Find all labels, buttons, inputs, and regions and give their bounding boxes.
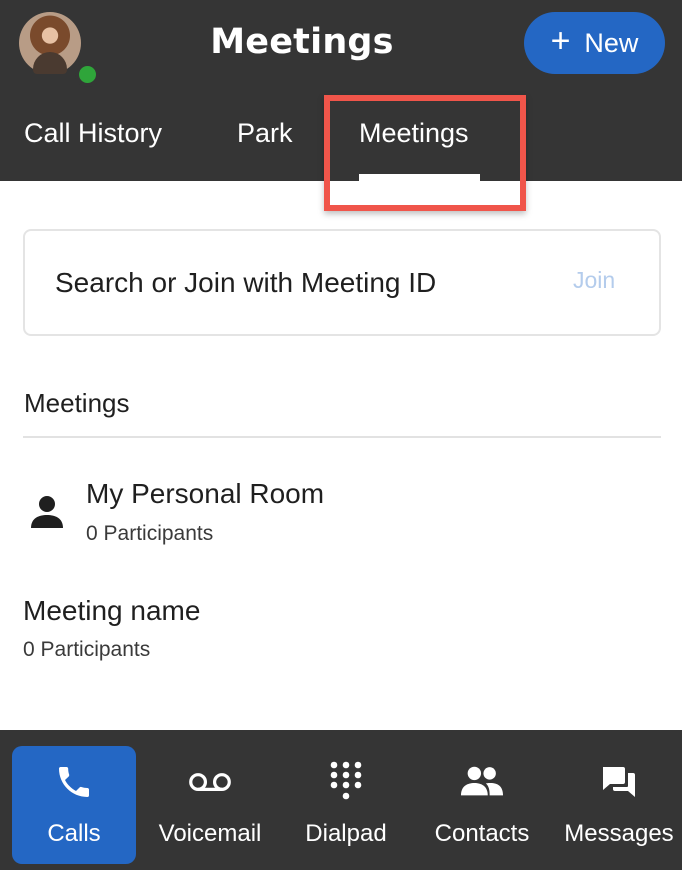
nav-label: Calls — [47, 820, 101, 847]
nav-label: Contacts — [434, 820, 530, 847]
tab-highlight-annotation — [324, 95, 526, 211]
phone-icon — [52, 760, 96, 804]
meetings-section-title: Meetings — [24, 388, 130, 418]
meeting-search-box: Join — [23, 229, 661, 336]
nav-label: Voicemail — [158, 820, 262, 847]
nav-label: Messages — [564, 820, 674, 847]
presence-status-dot — [75, 62, 100, 87]
new-meeting-button[interactable]: + New — [524, 12, 665, 74]
dialpad-icon — [324, 760, 368, 804]
page-title: Meetings — [210, 22, 394, 62]
nav-label: Dialpad — [305, 820, 387, 847]
meeting-name: My Personal Room — [86, 478, 325, 509]
new-button-label: New — [584, 27, 639, 58]
nav-dialpad[interactable]: Dialpad — [290, 746, 402, 864]
voicemail-icon — [188, 760, 232, 804]
person-icon — [31, 496, 63, 528]
meeting-name: Meeting name — [23, 595, 201, 626]
bottom-navigation: Calls Voicemail Dialpad Contacts Message… — [0, 730, 682, 870]
nav-contacts[interactable]: Contacts — [426, 746, 538, 864]
messages-icon — [597, 760, 641, 804]
nav-messages[interactable]: Messages — [560, 746, 678, 864]
contacts-icon — [460, 760, 504, 804]
nav-calls[interactable]: Calls — [12, 746, 136, 864]
nav-voicemail[interactable]: Voicemail — [150, 746, 270, 864]
section-divider — [23, 436, 661, 438]
tab-park[interactable]: Park — [237, 118, 293, 149]
meeting-search-input[interactable] — [55, 261, 525, 305]
plus-icon: + — [550, 22, 571, 60]
join-button[interactable]: Join — [573, 267, 615, 294]
tab-call-history[interactable]: Call History — [24, 118, 162, 149]
participant-count: 0 Participants — [23, 638, 151, 661]
participant-count: 0 Participants — [86, 522, 214, 545]
